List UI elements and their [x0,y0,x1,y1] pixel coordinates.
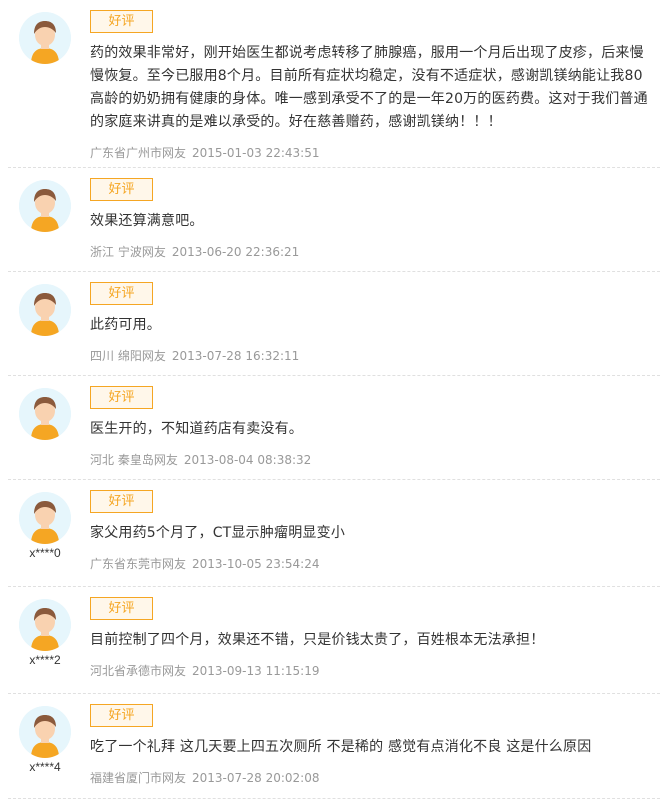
review-text: 吃了一个礼拜 这几天要上四五次厕所 不是稀的 感觉有点消化不良 这是什么原因 [90,739,592,755]
review-meta: 广东省广州市网友 2015-01-03 22:43:51 [90,144,656,161]
user-avatar-icon [19,388,71,440]
review-meta: 四川 绵阳网友 2013-07-28 16:32:11 [90,347,656,364]
review-text: 此药可用。 [90,317,161,333]
rating-badge: 好评 [90,704,153,727]
review-time: 2013-10-05 23:54:24 [192,557,320,571]
review-location: 广东省广州市网友 [90,146,187,160]
review-time: 2013-07-28 20:02:08 [192,771,320,785]
review-list: 好评 药的效果非常好，刚开始医生都说考虑转移了肺腺癌，服用一个月后出现了皮疹，后… [0,0,670,799]
user-avatar-icon [19,12,71,64]
review-user: x****4 [18,706,72,774]
review-text: 效果还算满意吧。 [90,213,204,229]
review-text: 药的效果非常好，刚开始医生都说考虑转移了肺腺癌，服用一个月后出现了皮疹，后来慢慢… [90,45,648,130]
review-meta: 广东省东莞市网友 2013-10-05 23:54:24 [90,555,656,572]
review-item: 好评 药的效果非常好，刚开始医生都说考虑转移了肺腺癌，服用一个月后出现了皮疹，后… [8,0,660,168]
review-meta: 浙江 宁波网友 2013-06-20 22:36:21 [90,243,656,260]
review-meta: 河北 秦皇岛网友 2013-08-04 08:38:32 [90,451,656,468]
review-time: 2013-07-28 16:32:11 [171,349,300,363]
review-meta: 河北省承德市网友 2013-09-13 11:15:19 [90,662,656,679]
review-time: 2015-01-03 22:43:51 [192,146,320,160]
review-location: 广东省东莞市网友 [90,557,187,571]
review-location: 河北省承德市网友 [90,664,187,678]
review-item: 好评 医生开的，不知道药店有卖没有。 河北 秦皇岛网友 2013-08-04 08… [8,376,660,480]
username: x****0 [29,546,61,560]
review-time: 2013-06-20 22:36:21 [171,245,300,259]
review-user [18,284,72,338]
review-item: 好评 此药可用。 四川 绵阳网友 2013-07-28 16:32:11 [8,272,660,376]
rating-badge: 好评 [90,386,153,409]
rating-badge: 好评 [90,597,153,620]
review-location: 四川 绵阳网友 [90,349,166,363]
review-user: x****2 [18,599,72,667]
rating-badge: 好评 [90,490,153,513]
review-location: 浙江 宁波网友 [90,245,166,259]
review-user: x****0 [18,492,72,560]
review-text: 目前控制了四个月，效果还不错，只是价钱太贵了，百姓根本无法承担！ [90,632,545,648]
rating-badge: 好评 [90,178,153,201]
rating-badge: 好评 [90,282,153,305]
review-item: 好评 效果还算满意吧。 浙江 宁波网友 2013-06-20 22:36:21 [8,168,660,272]
review-time: 2013-08-04 08:38:32 [183,453,312,467]
review-user [18,180,72,234]
review-text: 医生开的，不知道药店有卖没有。 [90,421,303,437]
review-user [18,388,72,442]
review-user [18,12,72,66]
review-text: 家父用药5个月了，CT显示肿瘤明显变小 [90,525,346,541]
review-location: 福建省厦门市网友 [90,771,187,785]
review-item: x****4 好评 吃了一个礼拜 这几天要上四五次厕所 不是稀的 感觉有点消化不… [8,694,660,799]
user-avatar-icon [19,599,71,651]
user-avatar-icon [19,180,71,232]
review-item: x****0 好评 家父用药5个月了，CT显示肿瘤明显变小 广东省东莞市网友 20… [8,480,660,587]
review-location: 河北 秦皇岛网友 [90,453,178,467]
review-meta: 福建省厦门市网友 2013-07-28 20:02:08 [90,769,656,786]
username: x****4 [29,760,61,774]
username: x****2 [29,653,61,667]
user-avatar-icon [19,492,71,544]
rating-badge: 好评 [90,10,153,33]
user-avatar-icon [19,284,71,336]
review-item: x****2 好评 目前控制了四个月，效果还不错，只是价钱太贵了，百姓根本无法承… [8,587,660,694]
review-time: 2013-09-13 11:15:19 [192,664,320,678]
user-avatar-icon [19,706,71,758]
